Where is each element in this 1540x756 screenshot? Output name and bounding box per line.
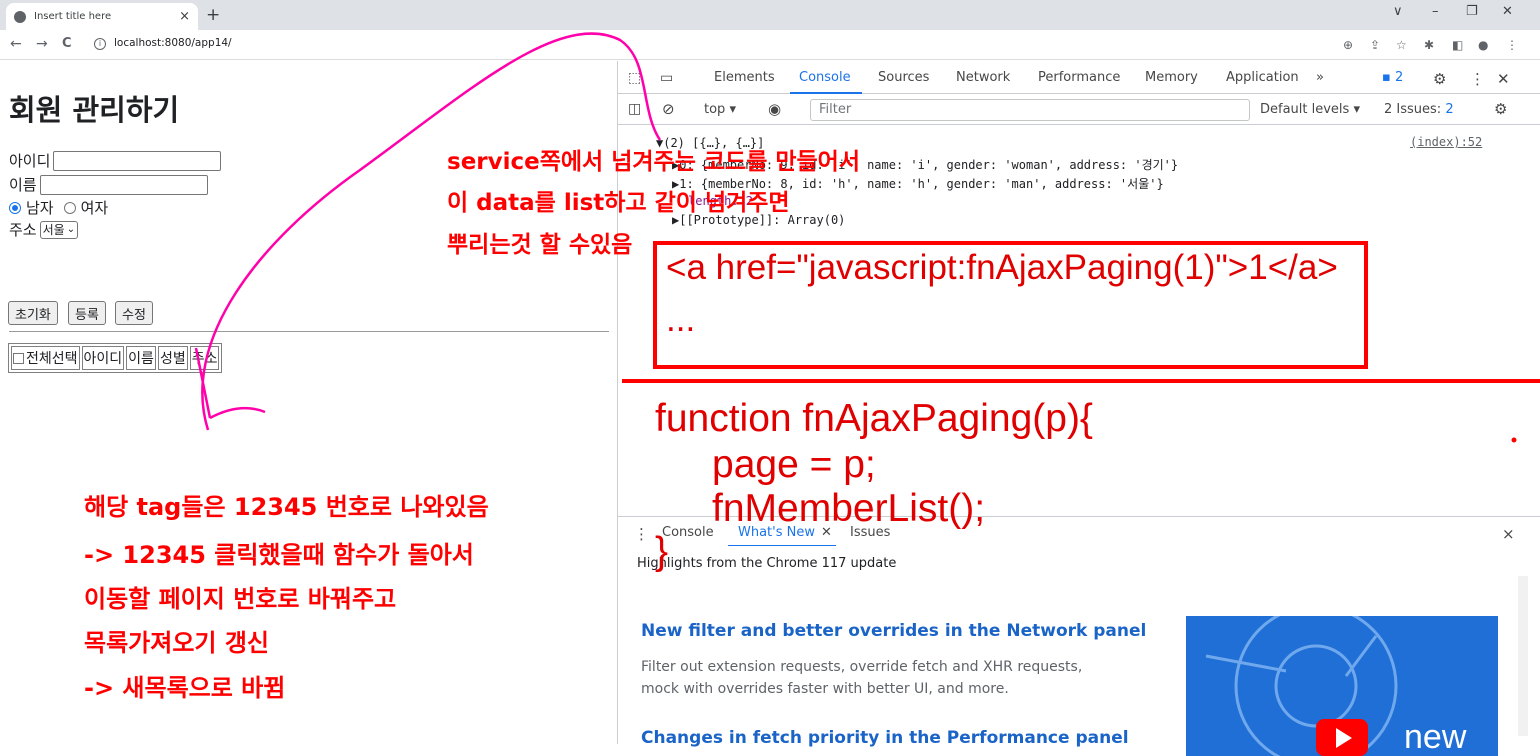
boxed-code-line: <a href="javascript:fnAjaxPaging(1)">1</… (666, 248, 1338, 287)
top-note-line-3: 뿌리는것 할 수있음 (447, 232, 633, 258)
red-dot (1511, 437, 1517, 443)
boxed-code-ellipsis: ... (666, 300, 696, 339)
function-code-line-4: } (655, 530, 669, 573)
bottom-note-line-2: -> 12345 클릭했을때 함수가 돌아서 (84, 541, 474, 569)
top-note-line-2: 이 data를 list하고 같이 넘겨주면 (447, 190, 790, 216)
bottom-note-line-5: -> 새목록으로 바뀜 (84, 674, 286, 702)
bottom-note-line-3: 이동할 페이지 번호로 바꿔주고 (84, 585, 397, 613)
function-code-line-1: function fnAjaxPaging(p){ (655, 397, 1093, 440)
function-code-line-2: page = p; (712, 443, 876, 486)
top-note-line-1: service쪽에서 넘겨주는 코드를 만들어서 (447, 149, 861, 175)
bottom-note-line-1: 해당 tag들은 12345 번호로 나와있음 (84, 493, 489, 521)
bottom-note-line-4: 목록가져오기 갱신 (84, 629, 269, 657)
function-code-line-3: fnMemberList(); (712, 487, 986, 530)
